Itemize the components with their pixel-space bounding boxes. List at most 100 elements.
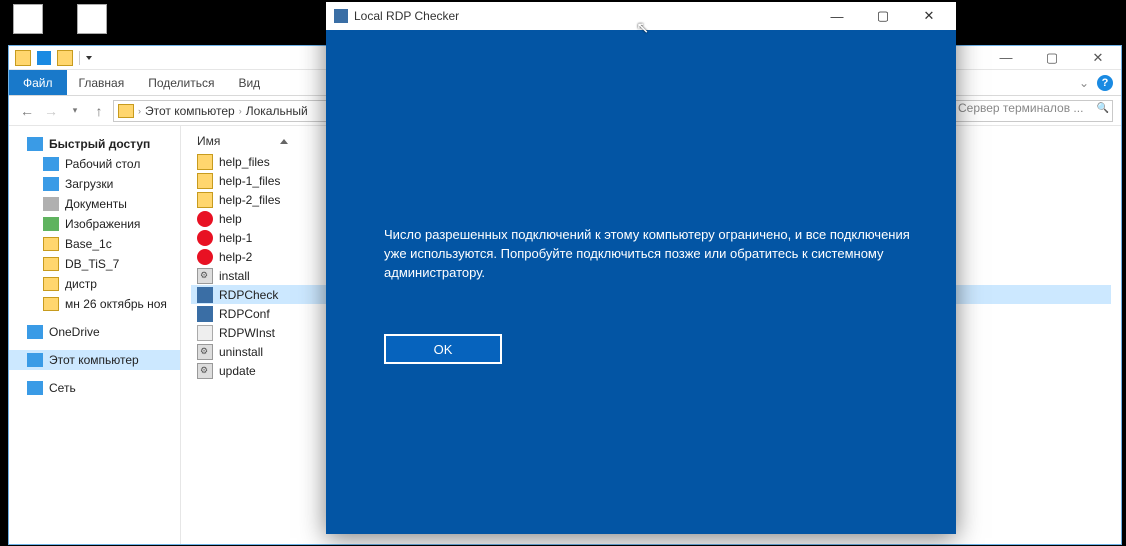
sidebar-label: Рабочий стол [65, 157, 140, 171]
minimize-button[interactable]: — [983, 46, 1029, 70]
file-name: help-1 [219, 231, 252, 245]
sidebar-label: DB_TiS_7 [65, 257, 119, 271]
network-icon [27, 381, 43, 395]
file-name: RDPWInst [219, 326, 275, 340]
sidebar-label: Этот компьютер [49, 353, 139, 367]
tab-view[interactable]: Вид [226, 70, 272, 95]
tab-home[interactable]: Главная [67, 70, 137, 95]
file-name: help-2 [219, 250, 252, 264]
qa-button[interactable] [57, 50, 73, 66]
sidebar-label: Base_1c [65, 237, 112, 251]
dialog-body: Число разрешенных подключений к этому ко… [326, 30, 956, 534]
dialog-message: Число разрешенных подключений к этому ко… [384, 226, 916, 283]
sidebar-label: дистр [65, 277, 97, 291]
sidebar-item-base1c[interactable]: Base_1c [9, 234, 180, 254]
chevron-right-icon[interactable]: › [138, 106, 141, 116]
chevron-right-icon[interactable]: › [239, 106, 242, 116]
file-name: help_files [219, 155, 270, 169]
file-name: install [219, 269, 250, 283]
crumb-this-pc[interactable]: Этот компьютер [145, 104, 235, 118]
sidebar-item-desktop[interactable]: Рабочий стол [9, 154, 180, 174]
desktop-icon[interactable] [70, 4, 114, 34]
sidebar-item-network[interactable]: Сеть [9, 378, 180, 398]
sidebar-label: Сеть [49, 381, 76, 395]
sidebar-label: Загрузки [65, 177, 113, 191]
sidebar-label: Быстрый доступ [49, 137, 150, 151]
file-name: RDPCheck [219, 288, 278, 302]
folder-icon[interactable] [15, 50, 31, 66]
exe-icon [197, 325, 213, 341]
opera-icon [197, 249, 213, 265]
file-name: help [219, 212, 242, 226]
help-icon[interactable]: ? [1097, 75, 1113, 91]
rdp-icon [197, 287, 213, 303]
file-name: help-2_files [219, 193, 280, 207]
ok-button[interactable]: OK [384, 334, 502, 364]
bat-icon [197, 344, 213, 360]
sidebar-item-documents[interactable]: Документы [9, 194, 180, 214]
bat-icon [197, 363, 213, 379]
qa-dropdown-icon[interactable] [86, 56, 92, 60]
close-button[interactable]: ✕ [1075, 46, 1121, 70]
dialog-titlebar[interactable]: Local RDP Checker — ▢ ✕ [326, 2, 956, 30]
maximize-button[interactable]: ▢ [860, 2, 906, 30]
forward-button[interactable]: → [41, 101, 61, 121]
picture-icon [43, 217, 59, 231]
maximize-button[interactable]: ▢ [1029, 46, 1075, 70]
folder-icon [197, 173, 213, 189]
back-button[interactable]: ← [17, 101, 37, 121]
sidebar-item-quick-access[interactable]: Быстрый доступ [9, 134, 180, 154]
desktop-icon[interactable] [6, 4, 50, 34]
close-button[interactable]: ✕ [906, 2, 952, 30]
sidebar-item-mn26[interactable]: мн 26 октябрь ноя [9, 294, 180, 314]
folder-icon [43, 297, 59, 311]
opera-icon [197, 230, 213, 246]
dialog-title-text: Local RDP Checker [354, 9, 459, 23]
navigation-pane: Быстрый доступ Рабочий стол Загрузки Док… [9, 126, 181, 544]
sidebar-item-distr[interactable]: дистр [9, 274, 180, 294]
minimize-button[interactable]: — [814, 2, 860, 30]
sidebar-label: мн 26 октябрь ноя [65, 297, 167, 311]
sidebar-item-this-pc[interactable]: Этот компьютер [9, 350, 180, 370]
qa-button[interactable] [37, 51, 51, 65]
sidebar-label: OneDrive [49, 325, 100, 339]
quick-access-toolbar [15, 50, 92, 66]
folder-icon [43, 277, 59, 291]
sidebar-label: Документы [65, 197, 127, 211]
folder-icon [197, 192, 213, 208]
document-icon [43, 197, 59, 211]
pc-icon [27, 353, 43, 367]
rdp-icon [197, 306, 213, 322]
cloud-icon [27, 325, 43, 339]
star-icon [27, 137, 43, 151]
folder-icon [43, 257, 59, 271]
folder-icon [118, 104, 134, 118]
search-input[interactable]: Сервер терминалов ... [953, 100, 1113, 122]
sidebar-label: Изображения [65, 217, 140, 231]
collapse-ribbon-icon[interactable]: ⌄ [1079, 76, 1089, 90]
sort-asc-icon [280, 139, 288, 144]
recent-dropdown-icon[interactable]: ▾ [65, 101, 85, 121]
folder-icon [197, 154, 213, 170]
download-icon [43, 177, 59, 191]
app-icon [334, 9, 348, 23]
tab-share[interactable]: Поделиться [136, 70, 226, 95]
file-name: RDPConf [219, 307, 270, 321]
sidebar-item-pictures[interactable]: Изображения [9, 214, 180, 234]
bat-icon [197, 268, 213, 284]
crumb-drive[interactable]: Локальный [246, 104, 308, 118]
dialog-window-controls: — ▢ ✕ [814, 2, 952, 30]
window-controls: — ▢ ✕ [983, 46, 1121, 70]
rdp-checker-dialog: Local RDP Checker — ▢ ✕ Число разрешенны… [326, 2, 956, 534]
sidebar-item-downloads[interactable]: Загрузки [9, 174, 180, 194]
folder-icon [43, 237, 59, 251]
divider [79, 51, 80, 65]
column-header-label: Имя [197, 134, 220, 148]
sidebar-item-dbtis[interactable]: DB_TiS_7 [9, 254, 180, 274]
file-name: uninstall [219, 345, 263, 359]
sidebar-item-onedrive[interactable]: OneDrive [9, 322, 180, 342]
desktop-icon [43, 157, 59, 171]
tab-file[interactable]: Файл [9, 70, 67, 95]
up-button[interactable]: ↑ [89, 101, 109, 121]
file-name: help-1_files [219, 174, 280, 188]
